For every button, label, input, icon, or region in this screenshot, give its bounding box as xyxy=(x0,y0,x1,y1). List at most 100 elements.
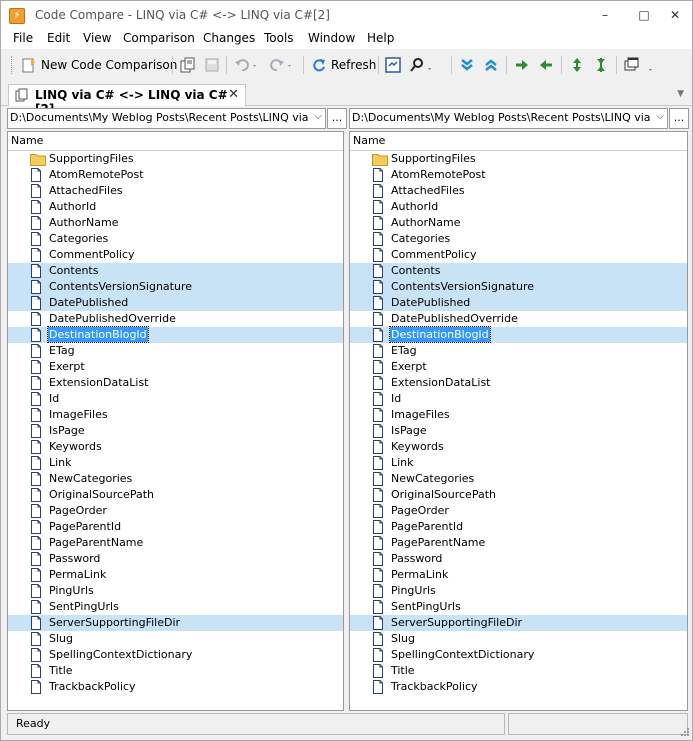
refresh-button[interactable]: Refresh xyxy=(311,56,376,74)
left-file-row[interactable]: ExtensionDataList xyxy=(8,375,343,391)
toolbar-grip[interactable] xyxy=(11,56,14,74)
left-file-row[interactable]: ETag xyxy=(8,343,343,359)
right-file-row[interactable]: AttachedFiles xyxy=(350,183,687,199)
left-file-row[interactable]: PageOrder xyxy=(8,503,343,519)
left-file-row[interactable]: AttachedFiles xyxy=(8,183,343,199)
left-file-row[interactable]: Contents xyxy=(8,263,343,279)
expand-all-button[interactable] xyxy=(569,56,585,74)
left-file-row[interactable]: PageParentName xyxy=(8,535,343,551)
left-file-row[interactable]: ServerSupportingFileDir xyxy=(8,615,343,631)
left-file-row[interactable]: SentPingUrls xyxy=(8,599,343,615)
merge-view-button[interactable] xyxy=(385,56,401,74)
left-file-row[interactable]: PermaLink xyxy=(8,567,343,583)
menu-changes[interactable]: Changes xyxy=(203,31,255,45)
left-file-row[interactable]: IsPage xyxy=(8,423,343,439)
left-file-row[interactable]: DestinationBlogId xyxy=(8,326,343,343)
right-file-row[interactable]: PingUrls xyxy=(350,583,687,599)
menu-comparison[interactable]: Comparison xyxy=(123,31,195,45)
left-file-row[interactable]: NewCategories xyxy=(8,471,343,487)
collapse-all-button[interactable] xyxy=(593,56,609,74)
left-column-header-name[interactable]: Name xyxy=(8,132,343,151)
right-file-row[interactable]: TrackbackPolicy xyxy=(350,679,687,695)
left-file-row[interactable]: TrackbackPolicy xyxy=(8,679,343,695)
compare-files-button[interactable] xyxy=(180,56,196,74)
left-file-row[interactable]: AuthorId xyxy=(8,199,343,215)
right-file-row[interactable]: AtomRemotePost xyxy=(350,167,687,183)
right-file-row[interactable]: DatePublished xyxy=(350,295,687,311)
save-button[interactable] xyxy=(204,56,220,74)
undo-button[interactable] xyxy=(234,56,258,74)
menu-file[interactable]: File xyxy=(13,31,33,45)
redo-button[interactable] xyxy=(269,56,293,74)
tab-list-dropdown-icon[interactable]: ▼ xyxy=(677,89,684,99)
left-folder-row[interactable]: SupportingFiles xyxy=(8,151,343,167)
chevron-down-icon[interactable]: ⌵ xyxy=(314,111,322,122)
right-file-row[interactable]: PermaLink xyxy=(350,567,687,583)
next-difference-button[interactable] xyxy=(459,56,475,74)
menu-view[interactable]: View xyxy=(83,31,111,45)
right-file-row[interactable]: DestinationBlogId xyxy=(350,326,687,343)
left-file-row[interactable]: CommentPolicy xyxy=(8,247,343,263)
left-file-row[interactable]: Keywords xyxy=(8,439,343,455)
right-file-row[interactable]: OriginalSourcePath xyxy=(350,487,687,503)
find-button[interactable] xyxy=(409,56,433,74)
close-tab-icon[interactable]: ✕ xyxy=(228,87,239,102)
left-browse-button[interactable]: ... xyxy=(327,108,347,129)
right-file-row[interactable]: Password xyxy=(350,551,687,567)
right-file-row[interactable]: Keywords xyxy=(350,439,687,455)
right-file-row[interactable]: Categories xyxy=(350,231,687,247)
right-file-row[interactable]: ETag xyxy=(350,343,687,359)
left-file-row[interactable]: AuthorName xyxy=(8,215,343,231)
left-file-row[interactable]: Password xyxy=(8,551,343,567)
left-file-row[interactable]: PingUrls xyxy=(8,583,343,599)
right-file-row[interactable]: Contents xyxy=(350,263,687,279)
window-layout-button[interactable] xyxy=(624,56,654,74)
menu-edit[interactable]: Edit xyxy=(47,31,70,45)
right-file-row[interactable]: IsPage xyxy=(350,423,687,439)
copy-to-left-button[interactable] xyxy=(538,56,554,74)
left-file-row[interactable]: DatePublishedOverride xyxy=(8,311,343,327)
right-file-row[interactable]: CommentPolicy xyxy=(350,247,687,263)
right-file-row[interactable]: SpellingContextDictionary xyxy=(350,647,687,663)
left-file-list[interactable]: Name SupportingFiles AtomRemotePost Attach… xyxy=(7,131,344,711)
right-browse-button[interactable]: ... xyxy=(669,108,689,129)
resize-grip-icon[interactable] xyxy=(680,727,690,737)
right-file-row[interactable]: SentPingUrls xyxy=(350,599,687,615)
left-file-row[interactable]: Exerpt xyxy=(8,359,343,375)
right-file-row[interactable]: Slug xyxy=(350,631,687,647)
right-file-row[interactable]: NewCategories xyxy=(350,471,687,487)
menu-help[interactable]: Help xyxy=(367,31,394,45)
right-file-row[interactable]: DatePublishedOverride xyxy=(350,311,687,327)
right-folder-row[interactable]: SupportingFiles xyxy=(350,151,687,167)
left-file-row[interactable]: DatePublished xyxy=(8,295,343,311)
left-file-row[interactable]: ImageFiles xyxy=(8,407,343,423)
right-path-combobox[interactable]: D:\Documents\My Weblog Posts\Recent Post… xyxy=(349,108,668,129)
left-file-row[interactable]: Link xyxy=(8,455,343,471)
left-file-row[interactable]: Id xyxy=(8,391,343,407)
left-file-row[interactable]: SpellingContextDictionary xyxy=(8,647,343,663)
left-file-row[interactable]: Slug xyxy=(8,631,343,647)
right-file-row[interactable]: AuthorId xyxy=(350,199,687,215)
menu-tools[interactable]: Tools xyxy=(264,31,294,45)
right-file-row[interactable]: ExtensionDataList xyxy=(350,375,687,391)
right-column-header-name[interactable]: Name xyxy=(350,132,687,151)
right-file-row[interactable]: AuthorName xyxy=(350,215,687,231)
right-file-row[interactable]: Link xyxy=(350,455,687,471)
left-path-combobox[interactable]: D:\Documents\My Weblog Posts\Recent Post… xyxy=(7,108,326,129)
left-file-row[interactable]: OriginalSourcePath xyxy=(8,487,343,503)
left-file-row[interactable]: PageParentId xyxy=(8,519,343,535)
tab-comparison[interactable]: LINQ via C# <-> LINQ via C#[2] ✕ xyxy=(8,84,246,116)
previous-difference-button[interactable] xyxy=(483,56,499,74)
right-file-row[interactable]: ServerSupportingFileDir xyxy=(350,615,687,631)
close-window-button[interactable]: ✕ xyxy=(662,5,688,25)
right-file-row[interactable]: Id xyxy=(350,391,687,407)
left-file-row[interactable]: ContentsVersionSignature xyxy=(8,279,343,295)
minimize-button[interactable]: – xyxy=(592,5,618,25)
left-file-row[interactable]: Title xyxy=(8,663,343,679)
menu-window[interactable]: Window xyxy=(308,31,355,45)
right-file-row[interactable]: PageParentId xyxy=(350,519,687,535)
new-code-comparison-button[interactable]: New Code Comparison xyxy=(21,56,177,74)
right-file-row[interactable]: PageOrder xyxy=(350,503,687,519)
copy-to-right-button[interactable] xyxy=(514,56,530,74)
right-file-row[interactable]: PageParentName xyxy=(350,535,687,551)
